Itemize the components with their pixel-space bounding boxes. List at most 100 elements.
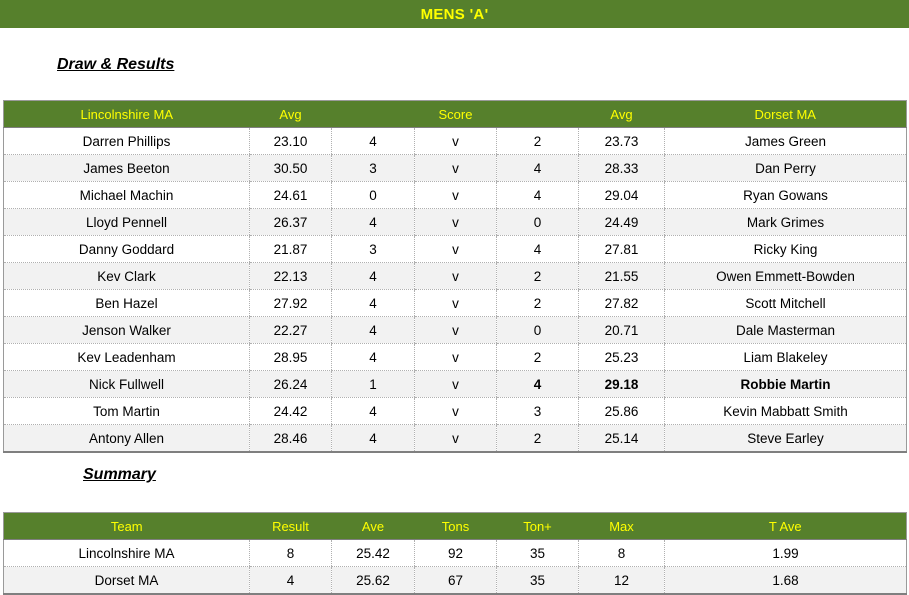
cell-home-player: Tom Martin [3, 397, 250, 425]
cell-away-score: 4 [496, 235, 579, 263]
summary-heading: Summary [83, 466, 156, 483]
cell-home-player: Lloyd Pennell [3, 208, 250, 236]
table-row: Michael Machin 24.61 0 v 4 29.04 Ryan Gowans [3, 181, 907, 209]
cell-away-avg: 24.49 [578, 208, 665, 236]
cell-versus: v [414, 424, 497, 452]
cell-away-score: 4 [496, 154, 579, 182]
column-header-score: Score [414, 100, 497, 128]
cell-away-player: Dale Masterman [664, 316, 907, 344]
cell-away-score: 3 [496, 397, 579, 425]
column-header-home-team: Lincolnshire MA [3, 100, 250, 128]
column-header-tonplus: Ton+ [496, 512, 579, 540]
column-header-max: Max [578, 512, 665, 540]
cell-away-player: Robbie Martin [664, 370, 907, 398]
table-row: Tom Martin 24.42 4 v 3 25.86 Kevin Mabbatt Smi… [3, 397, 907, 425]
cell-away-score: 2 [496, 262, 579, 290]
summary-table: Team Result Ave Tons Ton+ Max T Ave Linc… [3, 512, 907, 595]
table-row: James Beeton 30.50 3 v 4 28.33 Dan Perry [3, 154, 907, 182]
cell-away-player: Scott Mitchell [664, 289, 907, 317]
cell-away-score: 2 [496, 289, 579, 317]
cell-home-avg: 21.87 [249, 235, 332, 263]
draw-results-table: Lincolnshire MA Avg Score Avg Dorset MA … [3, 100, 907, 453]
cell-home-player: Nick Fullwell [3, 370, 250, 398]
cell-home-player: Kev Leadenham [3, 343, 250, 371]
cell-versus: v [414, 289, 497, 317]
cell-home-score: 4 [331, 208, 415, 236]
column-header-away-score [496, 100, 579, 128]
cell-home-score: 4 [331, 127, 415, 155]
cell-team: Lincolnshire MA [3, 539, 250, 567]
cell-away-player: Owen Emmett-Bowden [664, 262, 907, 290]
cell-versus: v [414, 154, 497, 182]
cell-home-score: 4 [331, 316, 415, 344]
cell-away-avg: 21.55 [578, 262, 665, 290]
cell-home-player: Jenson Walker [3, 316, 250, 344]
cell-away-avg: 20.71 [578, 316, 665, 344]
cell-max: 8 [578, 539, 665, 567]
cell-away-avg: 25.14 [578, 424, 665, 452]
cell-away-score: 2 [496, 424, 579, 452]
cell-away-avg: 28.33 [578, 154, 665, 182]
cell-home-score: 0 [331, 181, 415, 209]
table-row: Nick Fullwell 26.24 1 v 4 29.18 Robbie Martin [3, 370, 907, 398]
cell-away-score: 4 [496, 181, 579, 209]
cell-home-avg: 28.46 [249, 424, 332, 452]
column-header-tave: T Ave [664, 512, 907, 540]
cell-home-score: 4 [331, 289, 415, 317]
cell-versus: v [414, 262, 497, 290]
table-row: Antony Allen 28.46 4 v 2 25.14 Steve Earley [3, 424, 907, 452]
cell-home-player: Michael Machin [3, 181, 250, 209]
cell-versus: v [414, 316, 497, 344]
cell-versus: v [414, 235, 497, 263]
cell-home-score: 1 [331, 370, 415, 398]
table-row: Darren Phillips 23.10 4 v 2 23.73 James Green [3, 127, 907, 155]
cell-home-player: Ben Hazel [3, 289, 250, 317]
draw-results-heading: Draw & Results [57, 56, 175, 73]
column-header-ave: Ave [331, 512, 415, 540]
cell-home-avg: 22.27 [249, 316, 332, 344]
cell-away-avg: 25.86 [578, 397, 665, 425]
cell-versus: v [414, 208, 497, 236]
cell-result: 8 [249, 539, 332, 567]
cell-away-avg: 29.04 [578, 181, 665, 209]
cell-home-score: 4 [331, 424, 415, 452]
cell-away-score: 4 [496, 370, 579, 398]
cell-home-score: 4 [331, 262, 415, 290]
page-title-bar: MENS 'A' [0, 0, 909, 28]
cell-tons: 92 [414, 539, 497, 567]
page-title: MENS 'A' [420, 5, 489, 23]
cell-versus: v [414, 181, 497, 209]
column-header-away-team: Dorset MA [664, 100, 907, 128]
summary-header-row: Team Result Ave Tons Ton+ Max T Ave [3, 512, 907, 540]
column-header-home-score [331, 100, 415, 128]
cell-home-avg: 24.42 [249, 397, 332, 425]
cell-home-score: 4 [331, 397, 415, 425]
cell-away-score: 0 [496, 316, 579, 344]
cell-versus: v [414, 343, 497, 371]
cell-away-score: 2 [496, 127, 579, 155]
cell-away-player: Kevin Mabbatt Smith [664, 397, 907, 425]
column-header-result: Result [249, 512, 332, 540]
table-row: Jenson Walker 22.27 4 v 0 20.71 Dale Masterman [3, 316, 907, 344]
cell-home-avg: 24.61 [249, 181, 332, 209]
column-header-team: Team [3, 512, 250, 540]
cell-home-player: Danny Goddard [3, 235, 250, 263]
column-header-away-avg: Avg [578, 100, 665, 128]
cell-home-score: 4 [331, 343, 415, 371]
cell-away-avg: 27.82 [578, 289, 665, 317]
cell-versus: v [414, 127, 497, 155]
cell-home-avg: 28.95 [249, 343, 332, 371]
cell-home-avg: 30.50 [249, 154, 332, 182]
cell-home-player: James Beeton [3, 154, 250, 182]
table-row: Danny Goddard 21.87 3 v 4 27.81 Ricky King [3, 235, 907, 263]
cell-away-player: Steve Earley [664, 424, 907, 452]
cell-home-player: Antony Allen [3, 424, 250, 452]
cell-versus: v [414, 370, 497, 398]
cell-home-avg: 26.24 [249, 370, 332, 398]
cell-away-player: Liam Blakeley [664, 343, 907, 371]
column-header-tons: Tons [414, 512, 497, 540]
cell-away-player: James Green [664, 127, 907, 155]
cell-home-score: 3 [331, 235, 415, 263]
cell-away-score: 0 [496, 208, 579, 236]
cell-home-player: Darren Phillips [3, 127, 250, 155]
